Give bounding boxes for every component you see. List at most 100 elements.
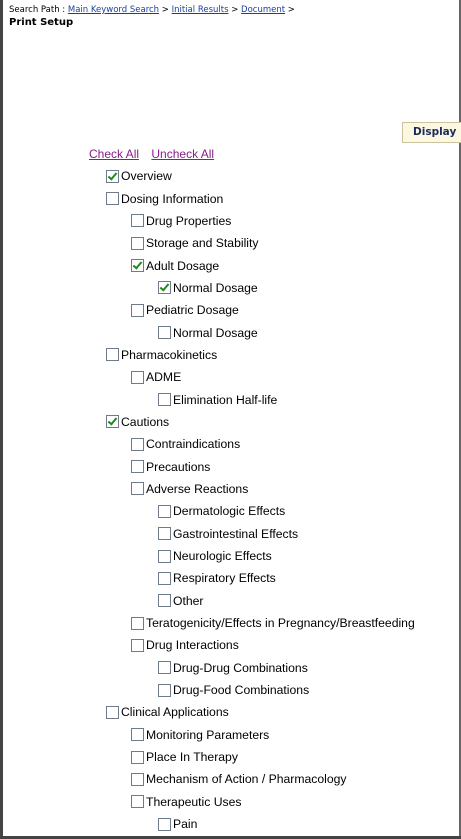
tree-item-label: Drug-Drug Combinations (173, 660, 308, 675)
breadcrumb-link-document[interactable]: Document (241, 5, 285, 15)
checkbox-checked[interactable] (131, 259, 144, 273)
tree-item[interactable]: Pharmacokinetics (3, 344, 461, 366)
tree-item[interactable]: Therapeutic Uses (3, 791, 461, 813)
page-title: Print Setup (9, 17, 74, 28)
tree-item-label: Clinical Applications (121, 705, 229, 720)
tree-item-label: Storage and Stability (146, 236, 259, 251)
tree-item-label: Drug Properties (146, 213, 232, 228)
tree-item-label: Cautions (121, 414, 170, 429)
checkbox-unchecked[interactable] (106, 192, 119, 206)
tree-item-label: Pediatric Dosage (146, 303, 239, 318)
tree-item-label: Elimination Half-life (173, 392, 278, 407)
tree-item[interactable]: Drug-Food Combinations (3, 679, 461, 701)
tree-item[interactable]: Cautions (3, 411, 461, 433)
checkbox-unchecked[interactable] (158, 549, 171, 563)
checkbox-checked[interactable] (106, 415, 119, 429)
checkbox-unchecked[interactable] (131, 460, 144, 474)
check-all-link[interactable]: Check All (89, 147, 139, 161)
tree-item-label: Adverse Reactions (146, 481, 249, 496)
tree-item[interactable]: ADME (3, 366, 461, 388)
checkbox-unchecked[interactable] (131, 638, 144, 652)
tree-item[interactable]: Dermatologic Effects (3, 500, 461, 522)
tree-item[interactable]: Drug Properties (3, 210, 461, 232)
tree-item[interactable]: Mechanism of Action / Pharmacology (3, 768, 461, 790)
tree-item-label: Normal Dosage (173, 280, 258, 295)
tree-item[interactable]: References (3, 835, 461, 836)
uncheck-all-link[interactable]: Uncheck All (151, 147, 214, 161)
checkbox-unchecked[interactable] (158, 393, 171, 407)
tree-item[interactable]: Monitoring Parameters (3, 724, 461, 746)
tree-item-label: Dermatologic Effects (173, 504, 286, 519)
tree-item[interactable]: Overview (3, 165, 461, 187)
tree-item[interactable]: Drug-Drug Combinations (3, 657, 461, 679)
tree-item[interactable]: Place In Therapy (3, 746, 461, 768)
tree-item[interactable]: Clinical Applications (3, 701, 461, 723)
tree-item[interactable]: Elimination Half-life (3, 388, 461, 410)
checkbox-unchecked[interactable] (131, 303, 144, 317)
tree-item-label: Overview (121, 169, 172, 184)
tree-item-label: Normal Dosage (173, 325, 258, 340)
tree-item-label: Drug Interactions (146, 638, 239, 653)
breadcrumb-prefix: Search Path : (9, 5, 68, 15)
checkbox-unchecked[interactable] (158, 326, 171, 340)
tree-item[interactable]: Normal Dosage (3, 277, 461, 299)
tree-item[interactable]: Adverse Reactions (3, 478, 461, 500)
document-frame: Search Path : Main Keyword Search > Init… (0, 0, 461, 839)
print-sections-tree: Overview Dosing Information Drug Propertie… (3, 165, 461, 836)
checkbox-unchecked[interactable] (131, 750, 144, 764)
tree-item[interactable]: Precautions (3, 455, 461, 477)
breadcrumb-separator: > (159, 5, 172, 15)
checkbox-unchecked[interactable] (158, 504, 171, 518)
tree-item-label: Dosing Information (121, 191, 224, 206)
tree-item-label: Neurologic Effects (173, 549, 272, 564)
checkbox-checked[interactable] (158, 281, 171, 295)
checkbox-unchecked[interactable] (106, 348, 119, 362)
tree-item[interactable]: Dosing Information (3, 187, 461, 209)
checkbox-unchecked[interactable] (131, 236, 144, 250)
checkbox-unchecked[interactable] (131, 482, 144, 496)
tree-item[interactable]: Pain (3, 813, 461, 835)
tree-item-label: Other (173, 593, 204, 608)
checkbox-checked[interactable] (106, 169, 119, 183)
tree-item-label: Pharmacokinetics (121, 347, 218, 362)
tree-item[interactable]: Neurologic Effects (3, 545, 461, 567)
tree-item[interactable]: Drug Interactions (3, 634, 461, 656)
tree-item-label: Contraindications (146, 437, 241, 452)
tree-item-label: Adult Dosage (146, 258, 220, 273)
tree-item-label: Teratogenicity/Effects in Pregnancy/Brea… (146, 616, 415, 631)
tree-item[interactable]: Contraindications (3, 433, 461, 455)
tree-item[interactable]: Respiratory Effects (3, 567, 461, 589)
checkbox-unchecked[interactable] (158, 683, 171, 697)
tree-item[interactable]: Normal Dosage (3, 321, 461, 343)
tree-item-label: Mechanism of Action / Pharmacology (146, 772, 347, 787)
tree-item-label: Place In Therapy (146, 750, 238, 765)
tree-item[interactable]: Adult Dosage (3, 254, 461, 276)
checkbox-unchecked[interactable] (131, 772, 144, 786)
checkbox-unchecked[interactable] (131, 795, 144, 809)
checkbox-unchecked[interactable] (131, 437, 144, 451)
tree-item-label: Therapeutic Uses (146, 794, 242, 809)
display-button[interactable]: Display (402, 122, 461, 143)
tree-item[interactable]: Pediatric Dosage (3, 299, 461, 321)
breadcrumb-link-main-keyword-search[interactable]: Main Keyword Search (68, 5, 159, 15)
checkbox-unchecked[interactable] (131, 616, 144, 630)
checkbox-unchecked[interactable] (131, 370, 144, 384)
tree-item[interactable]: Gastrointestinal Effects (3, 523, 461, 545)
breadcrumb-separator: > (285, 5, 295, 15)
checkbox-unchecked[interactable] (158, 527, 171, 541)
tree-item[interactable]: Teratogenicity/Effects in Pregnancy/Brea… (3, 612, 461, 634)
tree-item[interactable]: Storage and Stability (3, 232, 461, 254)
checkbox-unchecked[interactable] (158, 661, 171, 675)
tree-item[interactable]: Other (3, 590, 461, 612)
checkbox-unchecked[interactable] (131, 214, 144, 228)
tree-item-label: Drug-Food Combinations (173, 683, 310, 698)
checkbox-unchecked[interactable] (158, 571, 171, 585)
check-links: Check All Uncheck All (89, 147, 214, 161)
checkbox-unchecked[interactable] (106, 705, 119, 719)
breadcrumb: Search Path : Main Keyword Search > Init… (9, 5, 295, 15)
checkbox-unchecked[interactable] (131, 728, 144, 742)
checkbox-unchecked[interactable] (158, 594, 171, 608)
tree-item-label: Monitoring Parameters (146, 727, 270, 742)
checkbox-unchecked[interactable] (158, 817, 171, 831)
breadcrumb-link-initial-results[interactable]: Initial Results (172, 5, 229, 15)
